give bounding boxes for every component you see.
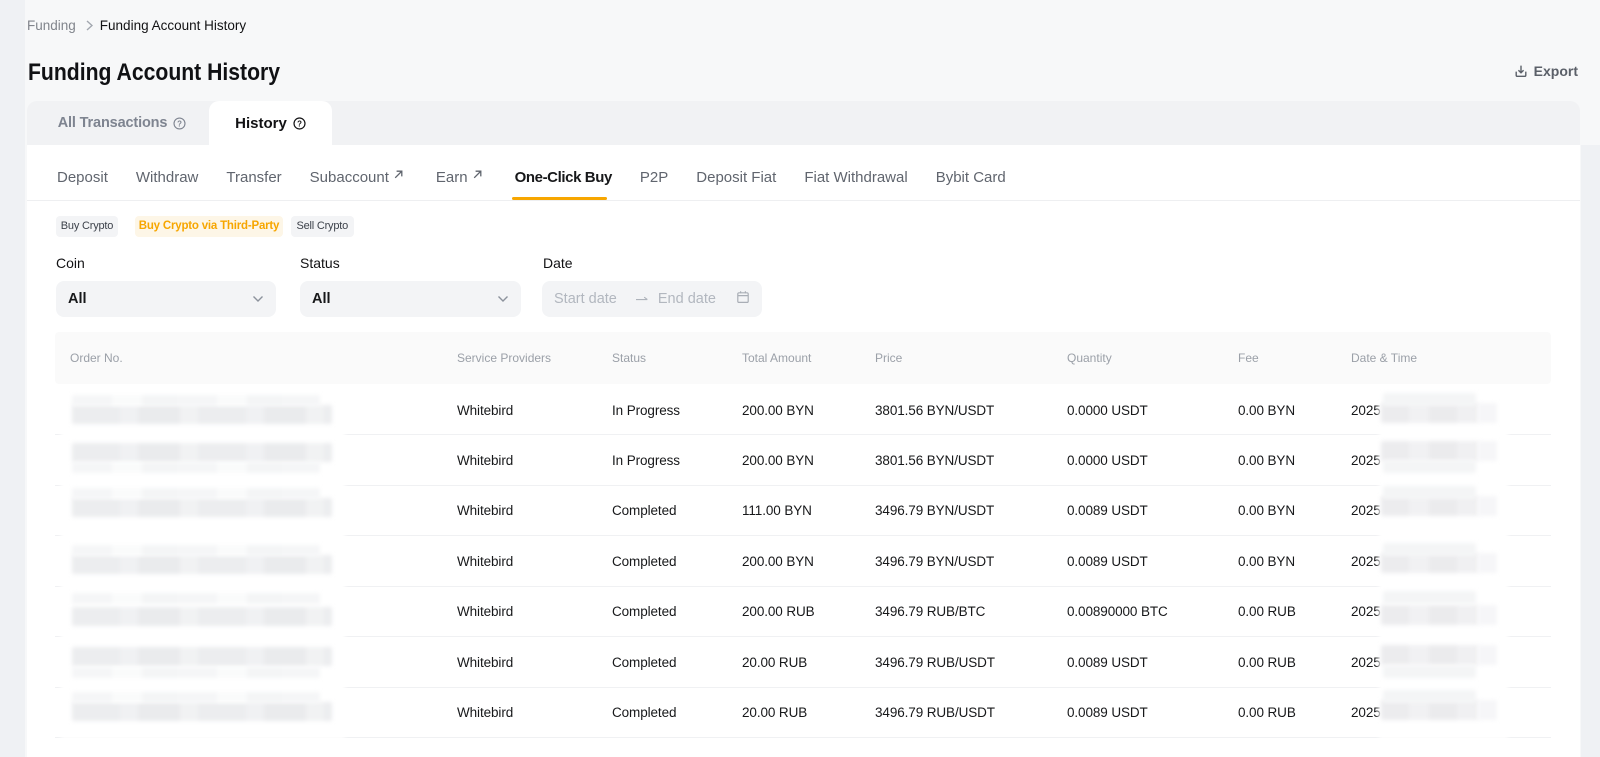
svg-text:?: ? <box>297 119 302 128</box>
svg-text:?: ? <box>177 119 182 128</box>
